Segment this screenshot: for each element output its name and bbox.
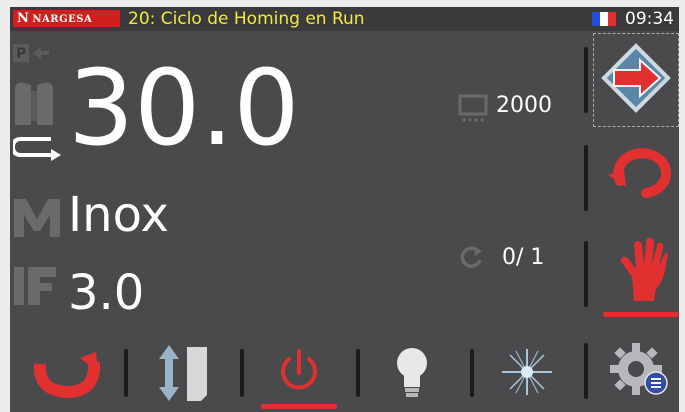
laser-button[interactable]	[500, 347, 554, 397]
next-arrow-icon	[601, 43, 671, 113]
manual-mode-button[interactable]	[616, 237, 668, 303]
thickness-value: 3.0	[68, 265, 145, 321]
rotate-button[interactable]	[34, 350, 100, 398]
active-indicator-sidebar	[603, 312, 679, 317]
sidebar-separator	[584, 47, 588, 113]
status-title: 20: Ciclo de Homing en Run	[128, 9, 365, 29]
bend-angle-value: 30.0	[68, 47, 300, 169]
vertical-move-button[interactable]	[157, 343, 215, 403]
next-arrow-button[interactable]	[593, 33, 679, 127]
brand-text: NARGESA	[32, 14, 93, 25]
angle-icon	[13, 82, 61, 161]
cycle-counter: 0/ 1	[502, 245, 545, 270]
settings-button[interactable]	[610, 341, 672, 399]
cycle-mode-button[interactable]	[606, 141, 672, 203]
active-indicator-toolbar	[261, 404, 337, 409]
material-icon	[14, 199, 60, 237]
brand-logo: N NARGESA	[13, 10, 120, 27]
top-bar: N NARGESA 20: Ciclo de Homing en Run 09:3…	[10, 7, 679, 31]
machine-screen: N NARGESA 20: Ciclo de Homing en Run 09:3…	[10, 7, 679, 412]
material-value: Inox	[68, 187, 169, 243]
toolbar-separator	[356, 349, 360, 397]
toolbar-separator	[584, 343, 588, 399]
thickness-icon	[14, 267, 56, 305]
toolbar-separator	[470, 349, 474, 397]
language-flag-icon[interactable]	[592, 12, 616, 26]
program-indicator-icon: P	[13, 44, 49, 62]
svg-text:P: P	[16, 46, 26, 62]
sidebar-separator	[584, 241, 588, 307]
cycle-refresh-icon	[460, 246, 482, 268]
light-button[interactable]	[394, 345, 430, 401]
toolbar-separator	[124, 349, 128, 397]
counter-display-icon	[458, 94, 488, 122]
toolbar-separator	[240, 349, 244, 397]
power-button[interactable]	[276, 345, 322, 397]
clock: 09:34	[625, 9, 674, 29]
count-value: 2000	[496, 93, 552, 118]
sidebar-separator	[584, 145, 588, 211]
